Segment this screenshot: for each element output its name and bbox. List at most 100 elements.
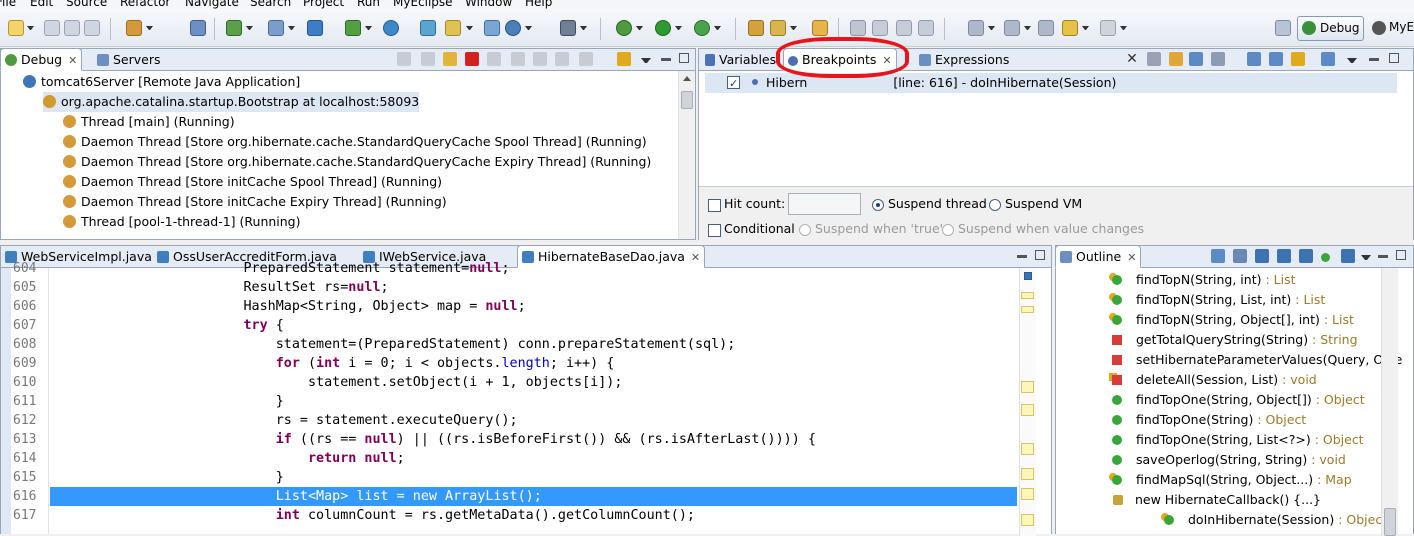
prev-edit-icon[interactable] (1004, 20, 1020, 36)
hide-fields-icon[interactable] (1255, 249, 1269, 263)
skip-all-breakpoints-icon[interactable] (1211, 52, 1225, 66)
suspend-thread-radio[interactable] (872, 199, 884, 211)
terminate-icon[interactable] (465, 52, 479, 66)
maximize-icon[interactable] (1396, 250, 1406, 260)
open-type-icon[interactable] (420, 20, 436, 36)
code-line[interactable]: ResultSet rs=null; (50, 278, 1017, 297)
link-with-view-icon[interactable] (1291, 52, 1305, 66)
chevron-down-icon[interactable] (1120, 26, 1127, 31)
outline-item[interactable]: findTopN(String, Object[], int) : List (1112, 310, 1354, 330)
outline-item[interactable]: getTotalQueryString(String) : String (1112, 330, 1358, 350)
code-line[interactable]: int columnCount = rs.getMetaData().getCo… (50, 506, 1017, 525)
debug-tree-item[interactable]: Thread [main] (Running) (63, 112, 235, 132)
outline-item[interactable]: findTopN(String, int) : List (1112, 270, 1296, 290)
debug-tree-item[interactable]: Daemon Thread [Store initCache Spool Thr… (63, 172, 442, 192)
open-perspective-icon[interactable] (1275, 20, 1291, 36)
menu-myeclipse[interactable]: MyEclipse (393, 0, 453, 9)
view-menu-icon[interactable] (1347, 58, 1357, 63)
outline-item[interactable]: findTopN(String, List, int) : List (1112, 290, 1325, 310)
perspective-myeclipse-button[interactable]: MyE (1372, 16, 1414, 41)
outline-scrollbar[interactable] (1381, 268, 1398, 536)
search-icon[interactable] (445, 20, 461, 36)
code-line[interactable]: return null; (50, 449, 1017, 468)
tab-breakpoints[interactable]: Breakpoints ✕ (783, 48, 897, 71)
chevron-down-icon[interactable] (580, 26, 587, 31)
chevron-down-icon[interactable] (288, 26, 295, 31)
code-line[interactable]: for (int i = 0; i < objects.length; i++)… (50, 354, 1017, 373)
chevron-down-icon[interactable] (714, 26, 721, 31)
maximize-icon[interactable] (1035, 250, 1045, 260)
remove-terminated-icon[interactable] (397, 52, 411, 66)
code-line[interactable]: try { (50, 316, 1017, 335)
debug-tree-item[interactable]: org.apache.catalina.startup.Bootstrap at… (43, 92, 420, 112)
expand-all-icon[interactable] (1247, 52, 1261, 66)
menu-navigate[interactable]: Navigate (185, 0, 239, 9)
sort-icon[interactable] (1233, 249, 1247, 263)
code-line[interactable]: HashMap<String, Object> map = null; (50, 297, 1017, 316)
hide-static-icon[interactable] (1277, 249, 1291, 263)
tab-expressions[interactable]: Expressions (915, 49, 1013, 71)
collapse-all-icon[interactable] (1211, 249, 1225, 263)
scroll-up-icon[interactable] (683, 76, 691, 81)
forward-arrow-icon[interactable] (1100, 20, 1116, 36)
outline-item[interactable]: findTopOne(String) : Object (1112, 410, 1306, 430)
chevron-down-icon[interactable] (146, 26, 153, 31)
debug-tree-scrollbar[interactable] (678, 71, 695, 239)
tab-debug[interactable]: Debug ✕ (0, 48, 83, 71)
step-return-icon[interactable] (555, 52, 569, 66)
chevron-down-icon[interactable] (790, 26, 797, 31)
chevron-down-icon[interactable] (365, 26, 372, 31)
hide-local-types-icon[interactable] (1321, 253, 1330, 262)
suspend-vm-radio[interactable] (989, 199, 1001, 211)
debug-tree-item[interactable]: Daemon Thread [Store org.hibernate.cache… (63, 152, 651, 172)
resume-icon[interactable] (421, 52, 435, 66)
menu-source[interactable]: Source (66, 0, 107, 9)
camera-icon[interactable] (560, 20, 576, 36)
minimize-icon[interactable] (661, 58, 671, 61)
debug-icon[interactable] (616, 20, 632, 36)
chevron-down-icon[interactable] (525, 26, 532, 31)
code-line[interactable]: rs = statement.executeQuery(); (50, 411, 1017, 430)
block-selection-icon[interactable] (896, 20, 912, 36)
hide-non-public-icon[interactable] (1299, 249, 1313, 263)
browser-icon[interactable] (484, 20, 500, 36)
outline-item[interactable]: saveOperlog(String, String) : void (1112, 450, 1346, 470)
outline-item[interactable]: findTopOne(String, Object[]) : Object (1112, 390, 1365, 410)
tab-variables[interactable]: Variables (701, 49, 780, 71)
hit-count-checkbox[interactable] (708, 199, 721, 212)
disconnect-icon[interactable] (487, 52, 501, 66)
server-icon[interactable] (190, 20, 206, 36)
step-into-icon[interactable] (511, 52, 525, 66)
code-line[interactable]: PreparedStatement statement=null; (50, 259, 1017, 278)
run-icon[interactable] (655, 20, 671, 36)
toggle-mark-icon[interactable] (850, 20, 866, 36)
menu-window[interactable]: Window (465, 0, 512, 9)
breakpoint-entry[interactable]: Hibern [line: 616] - doInHibernate(Sessio… (705, 73, 1397, 94)
menu-file[interactable]: File (0, 0, 16, 9)
menu-project[interactable]: Project (303, 0, 344, 9)
code-line[interactable]: } (50, 392, 1017, 411)
scroll-thumb[interactable] (1384, 508, 1396, 536)
code-line[interactable]: if ((rs == null) || ((rs.isBeforeFirst()… (50, 430, 1017, 449)
next-edit-icon[interactable] (968, 20, 984, 36)
menu-edit[interactable]: Edit (30, 0, 53, 9)
outline-item[interactable]: findTopOne(String, List<?>) : Object (1112, 430, 1364, 450)
hit-count-input[interactable] (788, 193, 861, 215)
breakpoint-enabled-checkbox[interactable] (727, 74, 740, 94)
chevron-down-icon[interactable] (675, 26, 682, 31)
remove-all-breakpoints-icon[interactable] (1147, 52, 1161, 66)
maximize-icon[interactable] (1389, 53, 1399, 63)
close-icon[interactable]: ✕ (1127, 247, 1136, 269)
current-line[interactable]: List<Map> list = new ArrayList(); (50, 487, 1017, 506)
minimize-icon[interactable] (1369, 58, 1379, 61)
folder-icon[interactable] (812, 20, 828, 36)
save-all-icon[interactable] (64, 20, 80, 36)
scroll-thumb[interactable] (681, 91, 693, 109)
show-supported-icon[interactable] (1169, 52, 1183, 66)
chevron-down-icon[interactable] (636, 26, 643, 31)
back-arrow-icon[interactable] (1062, 20, 1078, 36)
outline-item[interactable]: findMapSql(String, Object...) : Map (1112, 470, 1352, 490)
go-to-file-icon[interactable] (1189, 52, 1203, 66)
new-icon[interactable] (8, 20, 24, 36)
code-line[interactable]: statement.setObject(i + 1, objects[i]); (50, 373, 1017, 392)
